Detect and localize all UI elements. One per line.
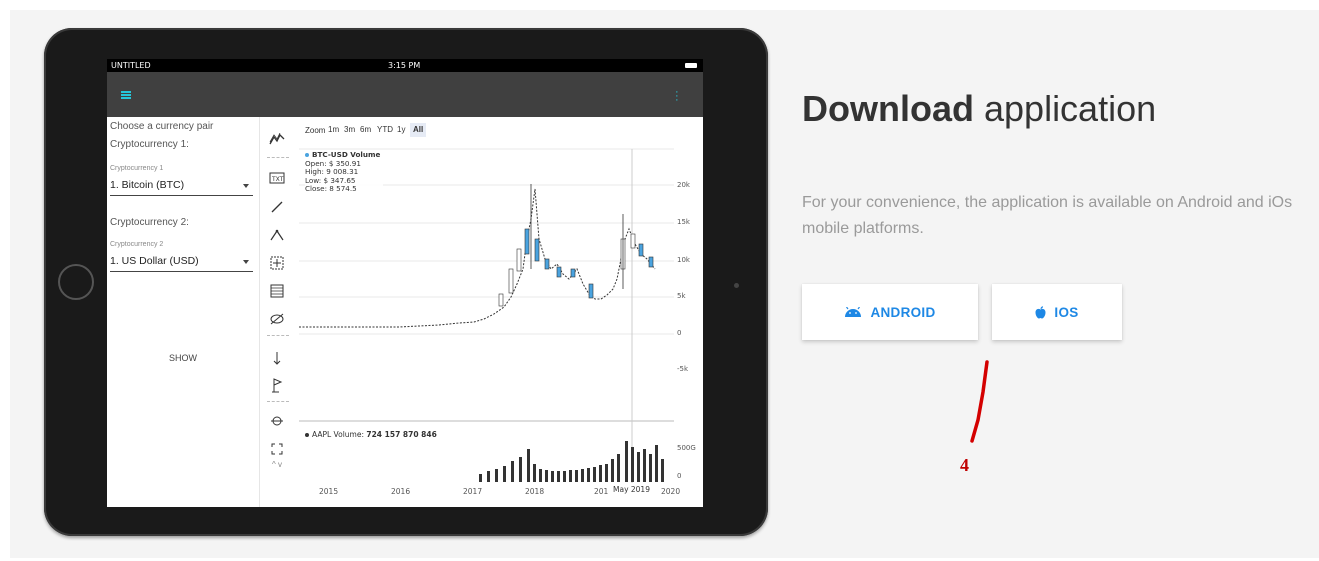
annotation-arrow (970, 360, 989, 443)
annotation-number: 4 (960, 455, 969, 475)
